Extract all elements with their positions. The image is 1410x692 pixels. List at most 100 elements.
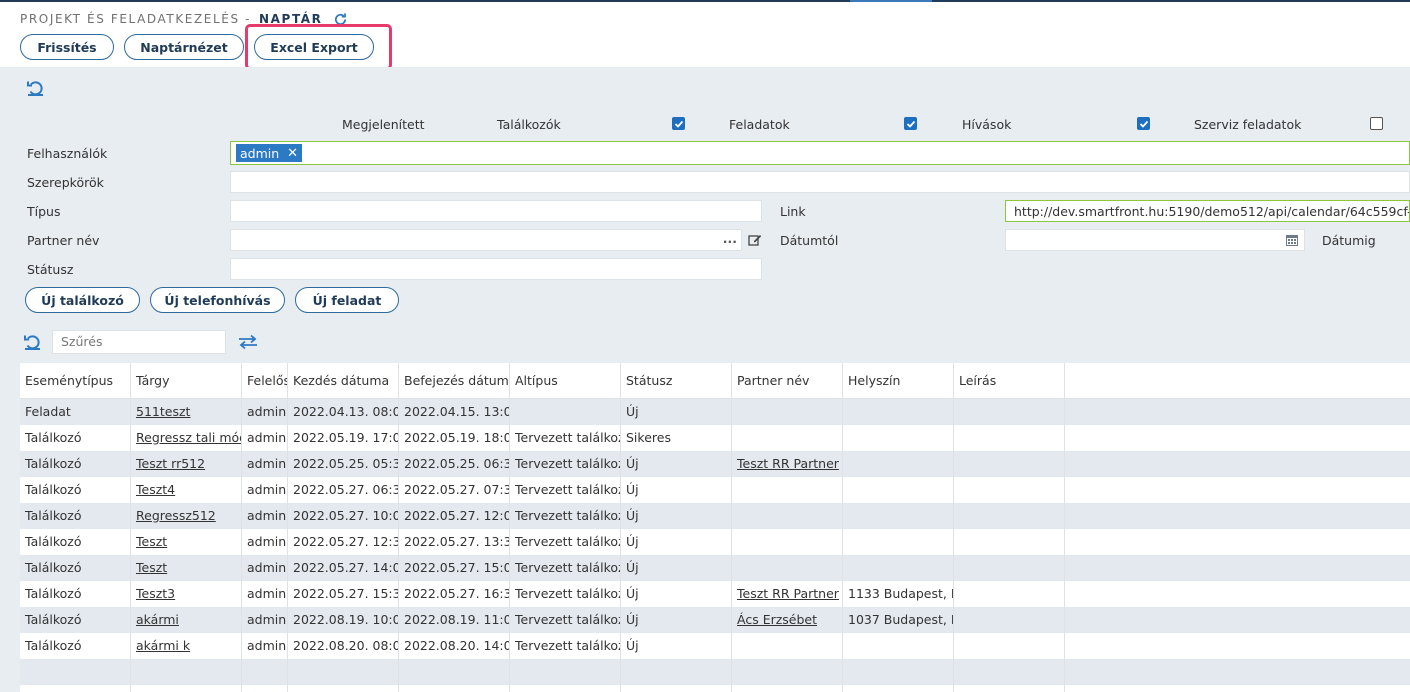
col-owner-cell: admin bbox=[242, 503, 288, 529]
displayed-label: Megjelenített bbox=[342, 117, 425, 132]
col-subject-cell[interactable]: Regressz512 bbox=[131, 503, 242, 529]
col-status-cell: Új bbox=[621, 581, 732, 607]
col-partner-header[interactable]: Partner név bbox=[732, 363, 843, 399]
col-description-cell bbox=[954, 659, 1065, 685]
col-start-date-header[interactable]: Kezdés dátuma bbox=[288, 363, 399, 399]
col-subject-cell[interactable]: 511teszt bbox=[131, 399, 242, 425]
col-end-date-cell: 2022.05.25. 06:30 bbox=[399, 451, 510, 477]
swap-icon[interactable] bbox=[237, 334, 259, 350]
new-call-button[interactable]: Új telefonhívás bbox=[150, 287, 285, 313]
date-from-field[interactable] bbox=[1005, 229, 1305, 251]
col-end-date-cell: 2022.05.27. 13:30 bbox=[399, 529, 510, 555]
meetings-checkbox[interactable] bbox=[672, 117, 685, 130]
calls-checkbox[interactable] bbox=[1137, 117, 1150, 130]
partner-field[interactable]: ... bbox=[230, 229, 742, 251]
col-owner-header[interactable]: Felelős bbox=[242, 363, 288, 399]
col-subtype-cell: Tervezett találkozó bbox=[510, 451, 621, 477]
col-subtype-header[interactable]: Altípus bbox=[510, 363, 621, 399]
col-subject-header[interactable]: Tárgy bbox=[131, 363, 242, 399]
col-location-header[interactable]: Helyszín bbox=[843, 363, 954, 399]
col-subject-cell[interactable]: Regressz tali módosítás bbox=[131, 425, 242, 451]
col-description-header[interactable]: Leírás bbox=[954, 363, 1065, 399]
service-tasks-checkbox[interactable] bbox=[1370, 117, 1383, 130]
col-subject-cell[interactable]: Teszt4 bbox=[131, 477, 242, 503]
col-start-date-cell: 2022.05.27. 10:00 bbox=[288, 503, 399, 529]
col-owner-cell bbox=[242, 659, 288, 685]
col-status-cell: Új bbox=[621, 451, 732, 477]
table-row[interactable]: Találkozó akármi admin 2022.08.19. 10:00 202… bbox=[20, 607, 1410, 633]
new-meeting-button[interactable]: Új találkozó bbox=[25, 287, 140, 313]
type-service-tasks-label: Szerviz feladatok bbox=[1194, 117, 1302, 132]
col-event-type-cell: Találkozó bbox=[20, 607, 131, 633]
module-title: PROJEKT ÉS FELADATKEZELÉS - bbox=[20, 12, 252, 26]
new-task-button[interactable]: Új feladat bbox=[295, 287, 399, 313]
type-calls-label: Hívások bbox=[962, 117, 1012, 132]
col-partner-cell[interactable]: Teszt RR Partner bbox=[732, 581, 843, 607]
table-row[interactable]: TalálkozóRegressz tali módosításadmin202… bbox=[20, 425, 1410, 451]
col-owner-cell: admin bbox=[242, 399, 288, 425]
col-location-cell bbox=[843, 425, 954, 451]
link-value: http://dev.smartfront.hu:5190/demo512/ap… bbox=[1014, 204, 1410, 219]
col-description-cell bbox=[954, 399, 1065, 425]
roles-label: Szerepkörök bbox=[27, 175, 104, 190]
table-row[interactable] bbox=[20, 659, 1410, 685]
reset-filters-icon[interactable] bbox=[26, 79, 46, 97]
grid-search-input[interactable]: Szűrés bbox=[52, 330, 226, 354]
remove-tag-icon[interactable]: ✕ bbox=[287, 146, 298, 161]
events-table: Eseménytípus Tárgy Felelős Kezdés dátuma Bef… bbox=[20, 363, 1410, 692]
col-subject-cell[interactable]: Teszt3 bbox=[131, 581, 242, 607]
col-status-header[interactable]: Státusz bbox=[621, 363, 732, 399]
col-subject-cell[interactable]: Teszt bbox=[131, 529, 242, 555]
col-event-type-cell bbox=[20, 685, 131, 692]
reset-grid-icon[interactable] bbox=[23, 333, 43, 351]
col-owner-cell: admin bbox=[242, 477, 288, 503]
table-row[interactable]: Találkozó Teszt admin 2022.05.27. 14:00 2022… bbox=[20, 555, 1410, 581]
table-row[interactable]: Feladat 511teszt admin 2022.04.13. 08:00 202… bbox=[20, 399, 1410, 425]
calendar-view-button[interactable]: Naptárnézet bbox=[124, 34, 244, 60]
col-end-date-cell: 2022.05.27. 12:00 bbox=[399, 503, 510, 529]
col-description-cell bbox=[954, 477, 1065, 503]
col-subject-cell[interactable]: Teszt bbox=[131, 555, 242, 581]
calendar-icon[interactable] bbox=[1285, 233, 1299, 247]
col-event-type-cell: Találkozó bbox=[20, 633, 131, 659]
col-partner-cell bbox=[732, 685, 843, 692]
col-start-date-cell: 2022.08.19. 10:00 bbox=[288, 607, 399, 633]
col-subject-cell[interactable]: akármi k bbox=[131, 633, 242, 659]
col-end-date-header[interactable]: Befejezés dátuma bbox=[399, 363, 510, 399]
tasks-checkbox[interactable] bbox=[904, 117, 917, 130]
type-field[interactable] bbox=[230, 200, 762, 222]
col-subtype-cell: Tervezett találkozó bbox=[510, 633, 621, 659]
link-field[interactable]: http://dev.smartfront.hu:5190/demo512/ap… bbox=[1005, 200, 1410, 222]
col-subtype-cell bbox=[510, 685, 621, 692]
col-event-type-header[interactable]: Eseménytípus bbox=[20, 363, 131, 399]
table-row[interactable]: Találkozó Teszt3 admin 2022.05.27. 15:30 202… bbox=[20, 581, 1410, 607]
col-end-date-cell: 2022.05.27. 07:30 bbox=[399, 477, 510, 503]
col-subject-cell[interactable]: Teszt rr512 bbox=[131, 451, 242, 477]
table-row[interactable]: Találkozó Regressz512 admin 2022.05.27. 10:… bbox=[20, 503, 1410, 529]
col-subtype-cell: Tervezett találkozó bbox=[510, 425, 621, 451]
status-field[interactable] bbox=[230, 258, 762, 280]
roles-field[interactable] bbox=[230, 171, 1410, 193]
col-partner-cell[interactable]: Teszt RR Partner bbox=[732, 451, 843, 477]
col-partner-cell[interactable]: Ács Erzsébet bbox=[732, 607, 843, 633]
table-row[interactable]: Találkozó Teszt rr512 admin 2022.05.25. 05:… bbox=[20, 451, 1410, 477]
table-row[interactable]: Találkozó Teszt4 admin 2022.05.27. 06:30 202… bbox=[20, 477, 1410, 503]
col-end-date-cell: 2022.05.19. 18:00 bbox=[399, 425, 510, 451]
table-row[interactable] bbox=[20, 685, 1410, 692]
col-description-cell bbox=[954, 581, 1065, 607]
refresh-button[interactable]: Frissítés bbox=[20, 34, 114, 60]
col-owner-cell: admin bbox=[242, 425, 288, 451]
col-subtype-cell: Tervezett találkozó bbox=[510, 581, 621, 607]
col-event-type-cell: Találkozó bbox=[20, 581, 131, 607]
table-row[interactable]: Találkozó Teszt admin 2022.05.27. 12:30 2022… bbox=[20, 529, 1410, 555]
partner-lookup-dots[interactable]: ... bbox=[723, 231, 737, 246]
col-subtype-cell: Tervezett találkozó bbox=[510, 503, 621, 529]
users-label: Felhasználók bbox=[27, 146, 108, 161]
table-row[interactable]: Találkozó akármi k admin 2022.08.20. 08:00 2… bbox=[20, 633, 1410, 659]
col-location-cell bbox=[843, 659, 954, 685]
col-partner-cell bbox=[732, 529, 843, 555]
col-subject-cell[interactable]: akármi bbox=[131, 607, 242, 633]
col-status-cell: Új bbox=[621, 633, 732, 659]
users-multiselect[interactable]: admin ✕ bbox=[230, 141, 1410, 165]
edit-icon[interactable] bbox=[748, 233, 762, 247]
